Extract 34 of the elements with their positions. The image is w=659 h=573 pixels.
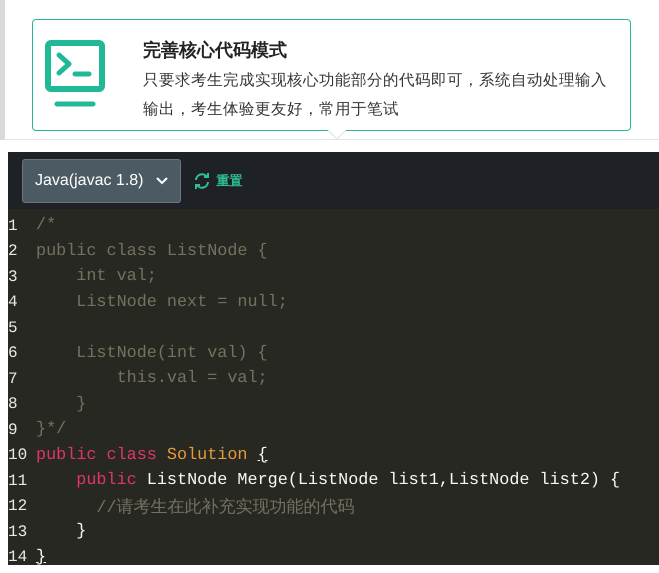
code-line: public ListNode Merge(ListNode list1,ListNode list2) { xyxy=(75,471,620,490)
code-line: } xyxy=(75,394,86,414)
code-line: }*/ xyxy=(36,420,66,440)
line-number: 10 xyxy=(8,446,28,464)
code-line: /* xyxy=(36,216,56,236)
line-number: 4 xyxy=(8,293,19,312)
code-line: public class Solution { xyxy=(36,446,268,465)
line-number: 13 xyxy=(8,522,28,541)
line-number: 14 xyxy=(8,548,28,566)
card-title: 完善核心代码模式 xyxy=(143,39,288,62)
card-description: 只要求考生完成实现核心功能部分的代码即可，系统自动处理输入输出，考生体验更友好，常用于笔试 xyxy=(143,70,608,120)
line-number: 6 xyxy=(8,344,19,362)
line-number: 2 xyxy=(8,242,19,260)
line-number: 5 xyxy=(8,318,19,337)
language-dropdown[interactable]: Java(javac 1.8) xyxy=(22,158,180,202)
line-number: 8 xyxy=(8,395,19,414)
line-number: 1 xyxy=(8,216,19,235)
mode-card[interactable]: 完善核心代码模式 只要求考生完成实现核心功能部分的代码即可，系统自动处理输入输出，考生体验更友好，常用于笔试 xyxy=(32,19,631,131)
code-line: public class ListNode { xyxy=(36,242,268,261)
code-line: this.val = val; xyxy=(116,369,268,388)
line-number: 12 xyxy=(8,497,28,516)
reset-button[interactable]: 重置 xyxy=(192,172,242,190)
code-line: ListNode(int val) { xyxy=(75,344,268,363)
line-number: 11 xyxy=(8,472,28,490)
code-line: ListNode next = null; xyxy=(75,292,288,312)
refresh-icon xyxy=(192,172,210,190)
code-line: } xyxy=(36,548,46,567)
line-number: 7 xyxy=(8,370,19,388)
line-number: 9 xyxy=(8,420,19,439)
code-line: } xyxy=(75,522,86,542)
chevron-down-icon xyxy=(156,176,168,184)
code-line: int val; xyxy=(75,267,157,286)
code-line: //请考生在此补充实现功能的代码 xyxy=(95,496,355,518)
line-number: 3 xyxy=(8,268,19,286)
